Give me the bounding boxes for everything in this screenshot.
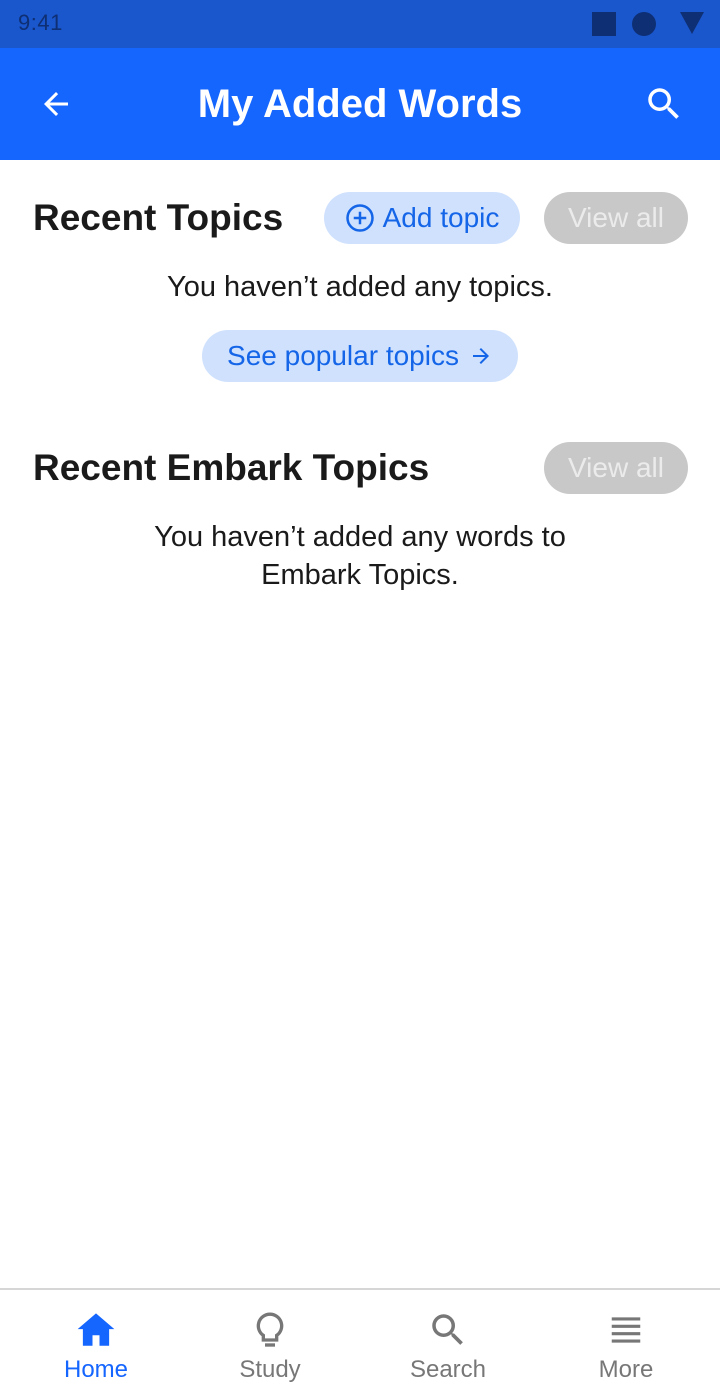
page-title: My Added Words [197,82,523,126]
nav-item-home[interactable]: Home [6,1290,186,1400]
recent-embark-topics-title: Recent Embark Topics [33,447,430,488]
menu-icon [536,1310,716,1350]
recent-topics-empty-text: You haven’t added any topics. [167,271,553,303]
recent-topics-title: Recent Topics [33,197,284,238]
nav-item-more[interactable]: More [536,1290,716,1400]
nav-label-search: Search [409,1356,487,1383]
recents-square-icon [592,12,616,36]
bottom-navigation: Home Study Search More [0,1288,720,1400]
lightbulb-icon [180,1310,360,1350]
nav-item-study[interactable]: Study [180,1290,360,1400]
nav-label-study: Study [239,1356,301,1383]
add-topic-label: Add topic [382,202,500,233]
status-bar: 9:41 [0,0,720,48]
embark-topics-empty-text: You haven’t added any words to Embark To… [60,518,660,594]
embark-empty-line-2: Embark Topics. [261,559,459,591]
status-time: 9:41 [18,10,63,35]
view-all-label: View all [568,452,664,483]
nav-label-more: More [598,1356,654,1383]
recent-topics-view-all-button[interactable]: View all [544,192,688,244]
home-icon [6,1310,186,1350]
embark-empty-line-1: You haven’t added any words to [154,521,566,553]
nav-item-search[interactable]: Search [358,1290,538,1400]
back-triangle-icon [680,12,704,34]
app-bar: My Added Words [0,48,720,160]
view-all-label: View all [568,202,664,233]
search-button[interactable] [636,76,692,132]
screen: 9:41 My Added Words Recent Topics Add to… [0,0,720,1400]
add-circle-icon [345,203,375,233]
nav-label-home: Home [63,1356,129,1383]
see-popular-topics-button[interactable]: See popular topics [202,330,518,382]
search-icon [648,88,679,119]
add-topic-button[interactable]: Add topic [324,192,520,244]
home-circle-icon [632,12,656,36]
arrow-right-icon [469,344,493,368]
embark-topics-view-all-button[interactable]: View all [544,442,688,494]
see-popular-label: See popular topics [227,340,459,371]
search-icon [358,1310,538,1350]
